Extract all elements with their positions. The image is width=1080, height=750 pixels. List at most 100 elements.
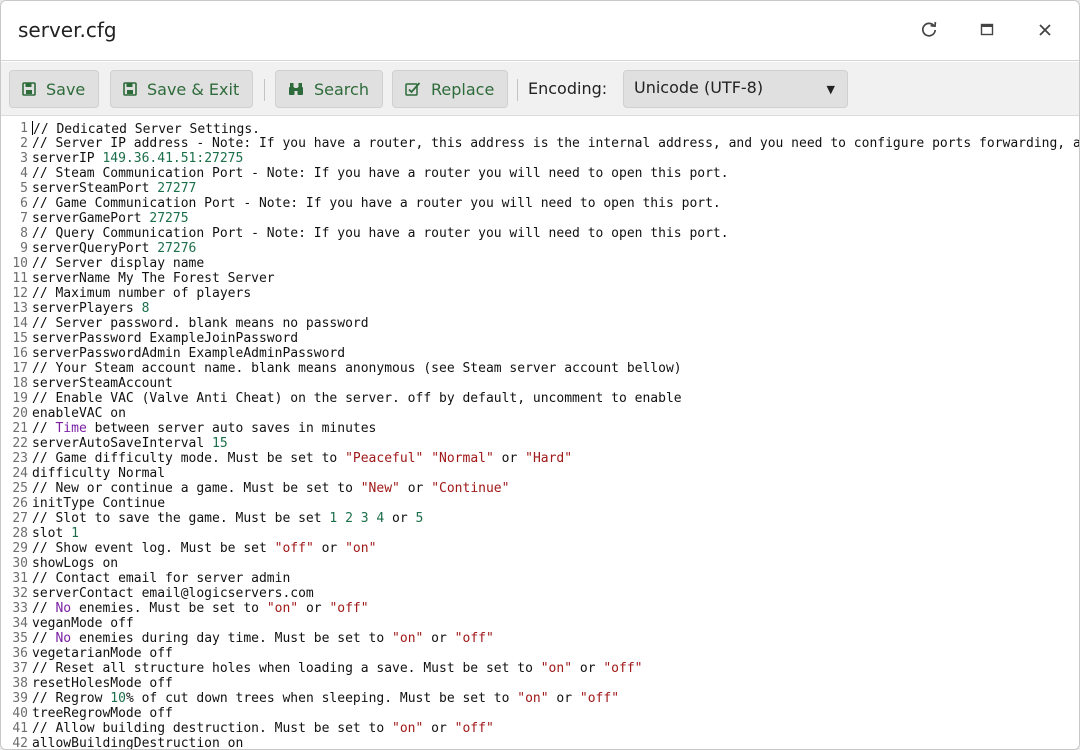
line-number: 39 [12, 691, 28, 706]
replace-icon [405, 82, 421, 96]
code-line: 24 difficulty Normal [1, 466, 1079, 481]
token: // New or continue a game. Must be set t… [32, 481, 361, 496]
encoding-label: Encoding: [528, 79, 608, 98]
toolbar-divider [264, 79, 265, 101]
code-line: 13 serverPlayers 8 [1, 301, 1079, 316]
token: "on" [517, 691, 549, 706]
code-line: 23 // Game difficulty mode. Must be set t… [1, 451, 1079, 466]
line-text: showLogs on [32, 556, 118, 571]
line-text: enableVAC on [32, 406, 126, 421]
line-number: 38 [12, 676, 28, 691]
line-number: 21 [12, 421, 28, 436]
replace-button[interactable]: Replace [392, 70, 509, 108]
token: or [423, 721, 455, 736]
token: "Peaceful" [345, 451, 424, 466]
line-text: // Your Steam account name. blank means … [32, 361, 682, 376]
line-number: 27 [12, 511, 28, 526]
token: or [399, 481, 432, 496]
line-number: 30 [12, 556, 28, 571]
token: // Regrow [32, 691, 111, 706]
refresh-button[interactable] [914, 15, 944, 45]
line-number: 29 [12, 541, 28, 556]
token: serverContact email@logicservers.com [32, 586, 314, 601]
line-number: 5 [20, 181, 28, 196]
token: // Your Steam account name. blank means … [32, 361, 682, 376]
code-line: 14 // Server password. blank means no pas… [1, 316, 1079, 331]
token: No [55, 631, 72, 646]
line-number: 9 [20, 241, 28, 256]
token: "New" [360, 481, 400, 496]
line-text: // Reset all structure holes when loadin… [32, 661, 643, 676]
token: 1 [71, 526, 79, 541]
code-line: 31 // Contact email for server admin [1, 571, 1079, 586]
token: No [55, 601, 72, 616]
code-line: 15 serverPassword ExampleJoinPassword [1, 331, 1079, 346]
line-text: // Time between server auto saves in min… [32, 421, 376, 436]
token: serverSteamAccount [32, 376, 173, 391]
code-line: 26 initType Continue [1, 496, 1079, 511]
code-line: 16 serverPasswordAdmin ExampleAdminPasswo… [1, 346, 1079, 361]
token: or [298, 601, 330, 616]
line-number: 34 [12, 616, 28, 631]
token: or [572, 661, 604, 676]
code-line: 37 // Reset all structure holes when load… [1, 661, 1079, 676]
search-button[interactable]: Search [275, 70, 383, 108]
save-exit-button[interactable]: Save & Exit [110, 70, 254, 108]
line-text: serverSteamPort 27277 [32, 181, 196, 196]
token: or [493, 451, 526, 466]
token: // Dedicated Server Settings. [33, 122, 260, 137]
encoding-select[interactable]: Unicode (UTF-8) ▼ [623, 70, 848, 108]
code-line: 4 // Steam Communication Port - Note: If … [1, 166, 1079, 181]
token: // [32, 631, 56, 646]
line-text: // Game Communication Port - Note: If yo… [32, 196, 721, 211]
window-title: server.cfg [18, 18, 117, 42]
line-text: // Slot to save the game. Must be set 1 … [32, 511, 423, 526]
line-text: serverPlayers 8 [32, 301, 149, 316]
line-text: vegetarianMode off [32, 646, 173, 661]
token: "on" [266, 601, 299, 616]
token: // [32, 421, 56, 436]
replace-label: Replace [431, 79, 495, 99]
line-text: serverSteamAccount [32, 376, 173, 391]
line-text: // Game difficulty mode. Must be set to … [32, 451, 572, 466]
line-text: difficulty Normal [32, 466, 165, 481]
line-text: serverQueryPort 27276 [32, 241, 196, 256]
token: // Server IP address - Note: If you have… [32, 136, 1080, 151]
token: or [313, 541, 346, 556]
token: // Show event log. Must be set [32, 541, 275, 556]
line-number: 24 [12, 466, 28, 481]
token: veganMode off [32, 616, 134, 631]
line-text: // Server display name [32, 256, 204, 271]
token: treeRegrowMode off [32, 706, 173, 721]
code-editor[interactable]: 1 // Dedicated Server Settings. 2 // Server… [1, 117, 1080, 749]
save-button[interactable]: Save [9, 70, 100, 108]
token: serverQueryPort [32, 241, 158, 256]
token: // Server password. blank means no passw… [32, 316, 369, 331]
encoding-value: Unicode (UTF-8) [634, 78, 764, 97]
maximize-button[interactable] [972, 15, 1002, 45]
code-line: 28 slot 1 [1, 526, 1079, 541]
close-button[interactable] [1030, 15, 1060, 45]
line-text: treeRegrowMode off [32, 706, 173, 721]
line-number: 8 [20, 226, 28, 241]
line-number: 1 [20, 121, 28, 136]
save-icon [22, 82, 36, 96]
line-number: 22 [12, 436, 28, 451]
token: 149.36.41.51:27275 [102, 151, 244, 166]
maximize-icon [980, 23, 994, 36]
line-number: 40 [12, 706, 28, 721]
line-text: serverContact email@logicservers.com [32, 586, 314, 601]
line-number: 14 [12, 316, 28, 331]
token: serverGamePort [32, 211, 150, 226]
save-label: Save [46, 79, 86, 99]
token: // Query Communication Port - Note: If y… [32, 226, 729, 241]
line-text: slot 1 [32, 526, 79, 541]
line-text: resetHolesMode off [32, 676, 173, 691]
token: enemies. Must be set to [71, 601, 267, 616]
binoculars-icon [289, 83, 303, 95]
line-text: serverPasswordAdmin ExampleAdminPassword [32, 346, 345, 361]
line-number: 28 [12, 526, 28, 541]
token: "off" [274, 541, 314, 556]
code-line: 18 serverSteamAccount [1, 376, 1079, 391]
token: % of cut down trees when sleeping. Must … [125, 691, 518, 706]
